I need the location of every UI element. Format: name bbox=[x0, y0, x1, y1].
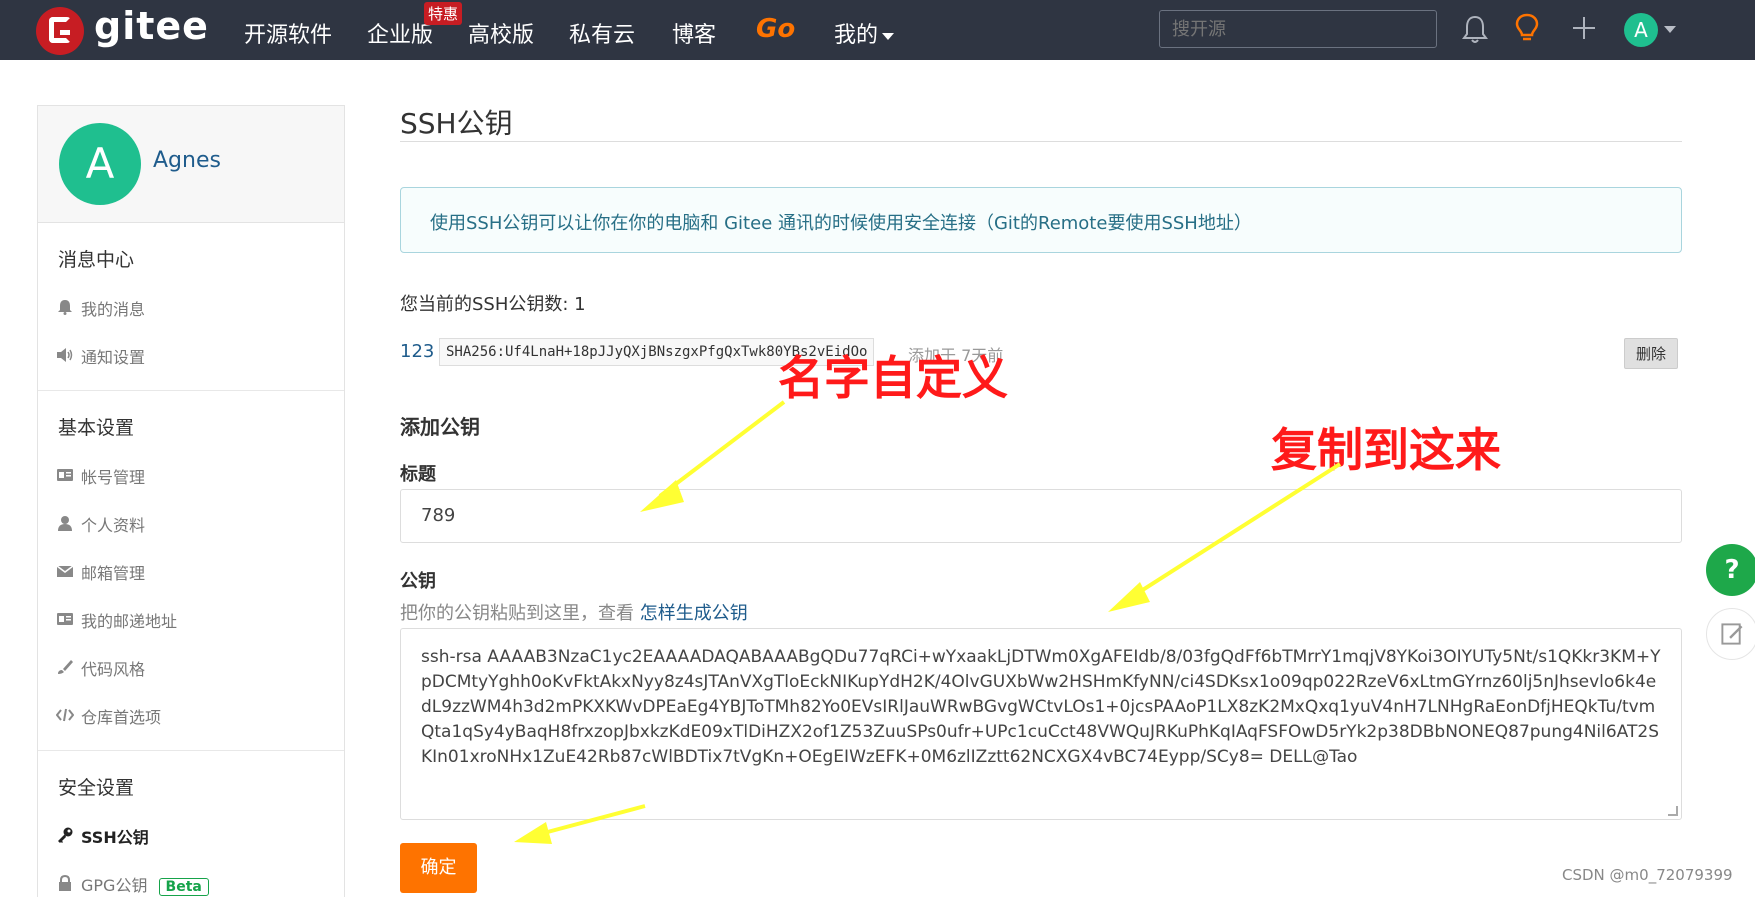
how-to-generate-link[interactable]: 怎样生成公钥 bbox=[640, 603, 748, 624]
nav-go[interactable]: Go bbox=[756, 14, 795, 44]
chevron-down-icon[interactable] bbox=[1664, 26, 1676, 33]
bell-icon bbox=[58, 300, 72, 315]
brand-name[interactable]: gitee bbox=[94, 4, 209, 48]
plus-icon[interactable] bbox=[1570, 14, 1598, 42]
ssh-key-row: 123 SHA256:Uf4LnaH+18pJJyQXjBNszgxPfgQxT… bbox=[400, 338, 1682, 369]
nav-university[interactable]: 高校版 bbox=[468, 17, 534, 49]
chevron-down-icon bbox=[882, 32, 895, 40]
sidebar-item-label: 我的消息 bbox=[81, 300, 146, 319]
key-name-link[interactable]: 123 bbox=[400, 341, 434, 362]
section-security: 安全设置 SSH公钥 GPG公钥 Beta bbox=[38, 751, 344, 918]
speaker-icon bbox=[57, 348, 73, 362]
code-icon bbox=[56, 708, 74, 722]
submit-button[interactable]: 确定 bbox=[400, 843, 477, 893]
info-banner: 使用SSH公钥可以让你在你的电脑和 Gitee 通讯的时候使用安全连接（Git的… bbox=[400, 187, 1682, 253]
sidebar-item-label: 仓库首选项 bbox=[81, 708, 162, 727]
divider bbox=[400, 141, 1682, 142]
section-basic: 基本设置 帐号管理 个人资料 邮箱管理 我的邮递地址 代码风格 仓库首选项 bbox=[38, 391, 344, 751]
promo-badge: 特惠 bbox=[424, 2, 463, 25]
section-messages: 消息中心 我的消息 通知设置 bbox=[38, 223, 344, 391]
delete-key-button[interactable]: 删除 bbox=[1623, 338, 1678, 369]
sidebar-item-repo-prefs[interactable]: 仓库首选项 bbox=[38, 692, 344, 740]
watermark: CSDN @m0_72079399 bbox=[1562, 866, 1733, 884]
hint-text: 把你的公钥粘贴到这里，查看 bbox=[400, 603, 640, 624]
section-title: 消息中心 bbox=[58, 249, 135, 271]
envelope-icon bbox=[56, 565, 74, 577]
help-button[interactable]: ? bbox=[1706, 544, 1755, 596]
lock-icon bbox=[59, 875, 71, 891]
user-avatar[interactable]: A bbox=[1624, 13, 1658, 47]
sidebar-item-gpg-keys[interactable]: GPG公钥 Beta bbox=[38, 860, 344, 908]
pubkey-label: 公钥 bbox=[400, 571, 436, 592]
search-input[interactable] bbox=[1159, 10, 1437, 48]
add-key-heading: 添加公钥 bbox=[400, 415, 480, 439]
nav-private-cloud[interactable]: 私有云 bbox=[569, 17, 635, 49]
sidebar-item-ssh-keys[interactable]: SSH公钥 bbox=[38, 812, 344, 860]
page-title: SSH公钥 bbox=[400, 107, 513, 140]
profile-name[interactable]: Agnes bbox=[153, 148, 221, 173]
annotation-copy-here: 复制到这来 bbox=[1271, 423, 1501, 477]
sidebar-item-label: 通知设置 bbox=[81, 348, 146, 367]
nav-mine-label: 我的 bbox=[834, 23, 879, 48]
pubkey-textarea[interactable]: ssh-rsa AAAAB3NzaC1yc2EAAAADAQABAAABgQDu… bbox=[400, 628, 1682, 820]
sidebar-item-profile[interactable]: 个人资料 bbox=[38, 500, 344, 548]
sidebar-item-address[interactable]: 我的邮递地址 bbox=[38, 596, 344, 644]
pubkey-hint: 把你的公钥粘贴到这里，查看 怎样生成公钥 bbox=[400, 599, 748, 625]
key-icon bbox=[58, 827, 73, 843]
settings-sidebar: A Agnes 消息中心 我的消息 通知设置 基本设置 帐号管理 个人资料 邮箱… bbox=[37, 105, 345, 897]
user-icon bbox=[58, 516, 72, 531]
sidebar-item-label: 我的邮递地址 bbox=[81, 612, 178, 631]
beta-badge: Beta bbox=[158, 878, 209, 896]
title-label: 标题 bbox=[400, 464, 436, 485]
sidebar-item-notify-settings[interactable]: 通知设置 bbox=[38, 332, 344, 380]
sidebar-item-account[interactable]: 帐号管理 bbox=[38, 452, 344, 500]
sidebar-item-label: 个人资料 bbox=[81, 516, 146, 535]
key-count: 您当前的SSH公钥数: 1 bbox=[400, 294, 586, 315]
annotation-name-custom: 名字自定义 bbox=[778, 351, 1008, 405]
sidebar-item-label: 帐号管理 bbox=[81, 468, 146, 487]
id-card-icon bbox=[57, 613, 73, 625]
sidebar-item-my-messages[interactable]: 我的消息 bbox=[38, 284, 344, 332]
profile-card: A Agnes bbox=[38, 106, 344, 223]
sidebar-item-label: GPG公钥 bbox=[81, 876, 148, 895]
resize-handle[interactable] bbox=[1668, 806, 1678, 816]
key-title-input[interactable]: 789 bbox=[400, 489, 1682, 543]
sidebar-item-label: 邮箱管理 bbox=[81, 564, 146, 583]
sidebar-item-label: SSH公钥 bbox=[81, 828, 149, 847]
bell-icon[interactable] bbox=[1462, 14, 1488, 44]
sidebar-item-label: 代码风格 bbox=[81, 660, 146, 679]
sidebar-item-code-style[interactable]: 代码风格 bbox=[38, 644, 344, 692]
sidebar-item-email[interactable]: 邮箱管理 bbox=[38, 548, 344, 596]
id-card-icon bbox=[57, 469, 73, 481]
nav-blog[interactable]: 博客 bbox=[672, 17, 716, 49]
section-title: 安全设置 bbox=[58, 777, 135, 799]
section-title: 基本设置 bbox=[58, 417, 135, 439]
top-navbar: gitee 开源软件 企业版 特惠 高校版 私有云 博客 Go 我的 A bbox=[0, 0, 1755, 60]
nav-open-source[interactable]: 开源软件 bbox=[244, 17, 332, 49]
lightbulb-icon[interactable] bbox=[1514, 12, 1540, 44]
pubkey-value: ssh-rsa AAAAB3NzaC1yc2EAAAADAQABAAABgQDu… bbox=[421, 647, 1661, 767]
feedback-button[interactable] bbox=[1706, 608, 1755, 660]
gitee-logo-icon[interactable] bbox=[36, 7, 84, 55]
nav-mine[interactable]: 我的 bbox=[834, 17, 895, 49]
edit-icon bbox=[1721, 623, 1743, 645]
profile-avatar[interactable]: A bbox=[59, 123, 141, 205]
brush-icon bbox=[58, 660, 73, 674]
